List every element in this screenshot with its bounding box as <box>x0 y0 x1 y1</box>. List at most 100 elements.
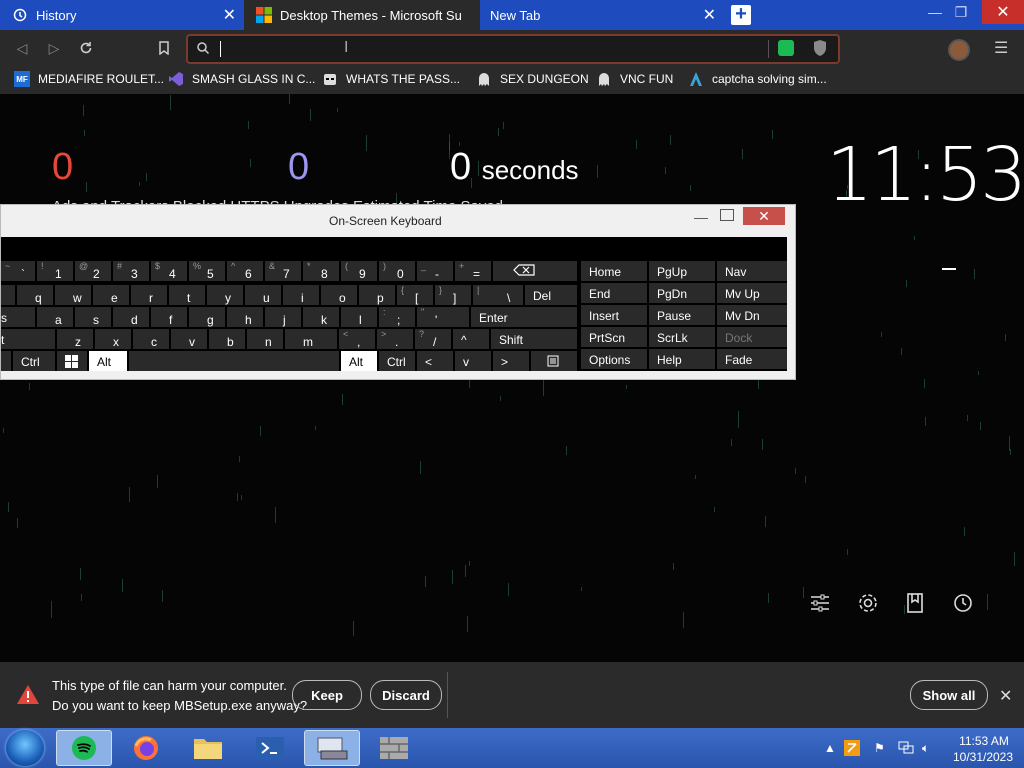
key-pgdn[interactable]: PgDn <box>649 283 715 303</box>
menu-button[interactable]: ☰ <box>994 38 1008 58</box>
key-fn[interactable] <box>1 351 11 371</box>
key-j[interactable]: j <box>265 307 301 327</box>
key-minus[interactable]: _ - <box>417 261 453 281</box>
shield-icon[interactable] <box>812 39 828 62</box>
key-slash[interactable]: ? / <box>415 329 451 349</box>
reload-button[interactable] <box>76 38 96 58</box>
restore-window-button[interactable]: ❐ <box>944 0 978 24</box>
key-e[interactable]: e <box>93 285 129 305</box>
key-semicolon[interactable]: :; <box>379 307 415 327</box>
key-right-ctrl[interactable]: Ctrl <box>379 351 415 371</box>
spotify-icon[interactable] <box>56 730 112 766</box>
key-2[interactable]: @2 <box>75 261 111 281</box>
back-button[interactable]: ◁ <box>12 38 32 58</box>
key-0[interactable]: ) 0 <box>379 261 415 281</box>
key-nav[interactable]: Nav <box>717 261 787 281</box>
forward-button[interactable]: ▷ <box>44 38 64 58</box>
extension-icon[interactable] <box>778 40 794 56</box>
key-z[interactable]: z <box>57 329 93 349</box>
start-button[interactable] <box>6 730 44 766</box>
show-all-button[interactable]: Show all <box>910 680 988 710</box>
key-end[interactable]: End <box>581 283 647 303</box>
address-input[interactable] <box>218 39 742 59</box>
key-backtick[interactable]: ~ ` <box>1 261 35 281</box>
key-right-arrow[interactable]: > <box>493 351 529 371</box>
volume-icon[interactable]: 🔈︎ <box>922 741 929 756</box>
key-left-ctrl[interactable]: Ctrl <box>13 351 55 371</box>
key-4[interactable]: $4 <box>151 261 187 281</box>
key-g[interactable]: g <box>189 307 225 327</box>
key-right-bracket[interactable]: }] <box>435 285 471 305</box>
key-left-arrow[interactable]: < <box>417 351 453 371</box>
file-explorer-icon[interactable] <box>180 730 236 766</box>
settings-icon[interactable] <box>856 591 880 615</box>
key-right-shift[interactable]: Shift <box>491 329 577 349</box>
show-hidden-icons-icon[interactable]: ▲ <box>824 741 836 755</box>
key-insert[interactable]: Insert <box>581 305 647 325</box>
clock-time[interactable]: 11:53 AM <box>954 734 1014 748</box>
key-left-shift[interactable]: t <box>1 329 55 349</box>
key-8[interactable]: * 8 <box>303 261 339 281</box>
app-tray-icon[interactable] <box>844 740 860 759</box>
key-l[interactable]: l <box>341 307 377 327</box>
key-equals[interactable]: + = <box>455 261 491 281</box>
key-c[interactable]: c <box>133 329 169 349</box>
key-w[interactable]: w <box>55 285 91 305</box>
key-up-arrow[interactable]: ^ <box>453 329 489 349</box>
key-u[interactable]: u <box>245 285 281 305</box>
key-enter[interactable]: Enter <box>471 307 577 327</box>
key-6[interactable]: ^ 6 <box>227 261 263 281</box>
key-backspace[interactable] <box>493 261 577 281</box>
key-b[interactable]: b <box>209 329 245 349</box>
bookmark-item[interactable]: VNC FUN <box>596 71 673 87</box>
key-i[interactable]: i <box>283 285 319 305</box>
discard-button[interactable]: Discard <box>370 680 442 710</box>
close-tab-icon[interactable]: ✕ <box>703 5 716 25</box>
key-right-alt[interactable]: Alt <box>341 351 377 371</box>
close-tab-icon[interactable]: ✕ <box>223 5 236 25</box>
bookmarks-icon[interactable] <box>903 591 927 615</box>
key-y[interactable]: y <box>207 285 243 305</box>
history-icon[interactable] <box>951 591 975 615</box>
new-tab-button[interactable]: + <box>731 4 751 25</box>
close-window-button[interactable]: ✕ <box>982 0 1024 24</box>
key-scrlk[interactable]: ScrLk <box>649 327 715 347</box>
customize-icon[interactable] <box>808 591 832 615</box>
key-comma[interactable]: <, <box>339 329 375 349</box>
keep-button[interactable]: Keep <box>292 680 362 710</box>
key-9[interactable]: (9 <box>341 261 377 281</box>
key-1[interactable]: ! 1 <box>37 261 73 281</box>
key-fade[interactable]: Fade <box>717 349 787 369</box>
key-caps[interactable]: s <box>1 307 35 327</box>
tab-new-tab[interactable]: New Tab ✕ <box>480 0 722 30</box>
key-pause[interactable]: Pause <box>649 305 715 325</box>
key-f[interactable]: f <box>151 307 187 327</box>
key-context-menu[interactable] <box>531 351 577 371</box>
bookmark-item[interactable]: SEX DUNGEON <box>476 71 589 87</box>
key-prtscn[interactable]: PrtScn <box>581 327 647 347</box>
key-mv-dn[interactable]: Mv Dn <box>717 305 787 325</box>
key-left-bracket[interactable]: {[ <box>397 285 433 305</box>
key-backslash[interactable]: | \ <box>473 285 523 305</box>
key-5[interactable]: % 5 <box>189 261 225 281</box>
key-3[interactable]: #3 <box>113 261 149 281</box>
key-v[interactable]: v <box>171 329 207 349</box>
key-space[interactable] <box>129 351 339 371</box>
firewall-icon[interactable] <box>366 730 422 766</box>
osk-close-button[interactable]: ✕ <box>743 207 785 225</box>
key-d[interactable]: d <box>113 307 149 327</box>
key-p[interactable]: p <box>359 285 395 305</box>
key-t[interactable]: t <box>169 285 205 305</box>
key-left-alt[interactable]: Alt <box>89 351 127 371</box>
action-center-flag-icon[interactable]: ⚑ <box>874 741 885 755</box>
firefox-icon[interactable] <box>118 730 174 766</box>
on-screen-keyboard-icon[interactable] <box>304 730 360 766</box>
tab-history[interactable]: History ✕ <box>0 0 242 30</box>
network-icon[interactable] <box>898 741 914 758</box>
key-a[interactable]: a <box>37 307 73 327</box>
bookmark-item[interactable]: SMASH GLASS IN C... <box>168 71 315 87</box>
key-down-arrow[interactable]: v <box>455 351 491 371</box>
address-bar[interactable]: I <box>186 34 840 64</box>
key-s[interactable]: s <box>75 307 111 327</box>
osk-minimize-button[interactable]: — <box>694 209 708 225</box>
